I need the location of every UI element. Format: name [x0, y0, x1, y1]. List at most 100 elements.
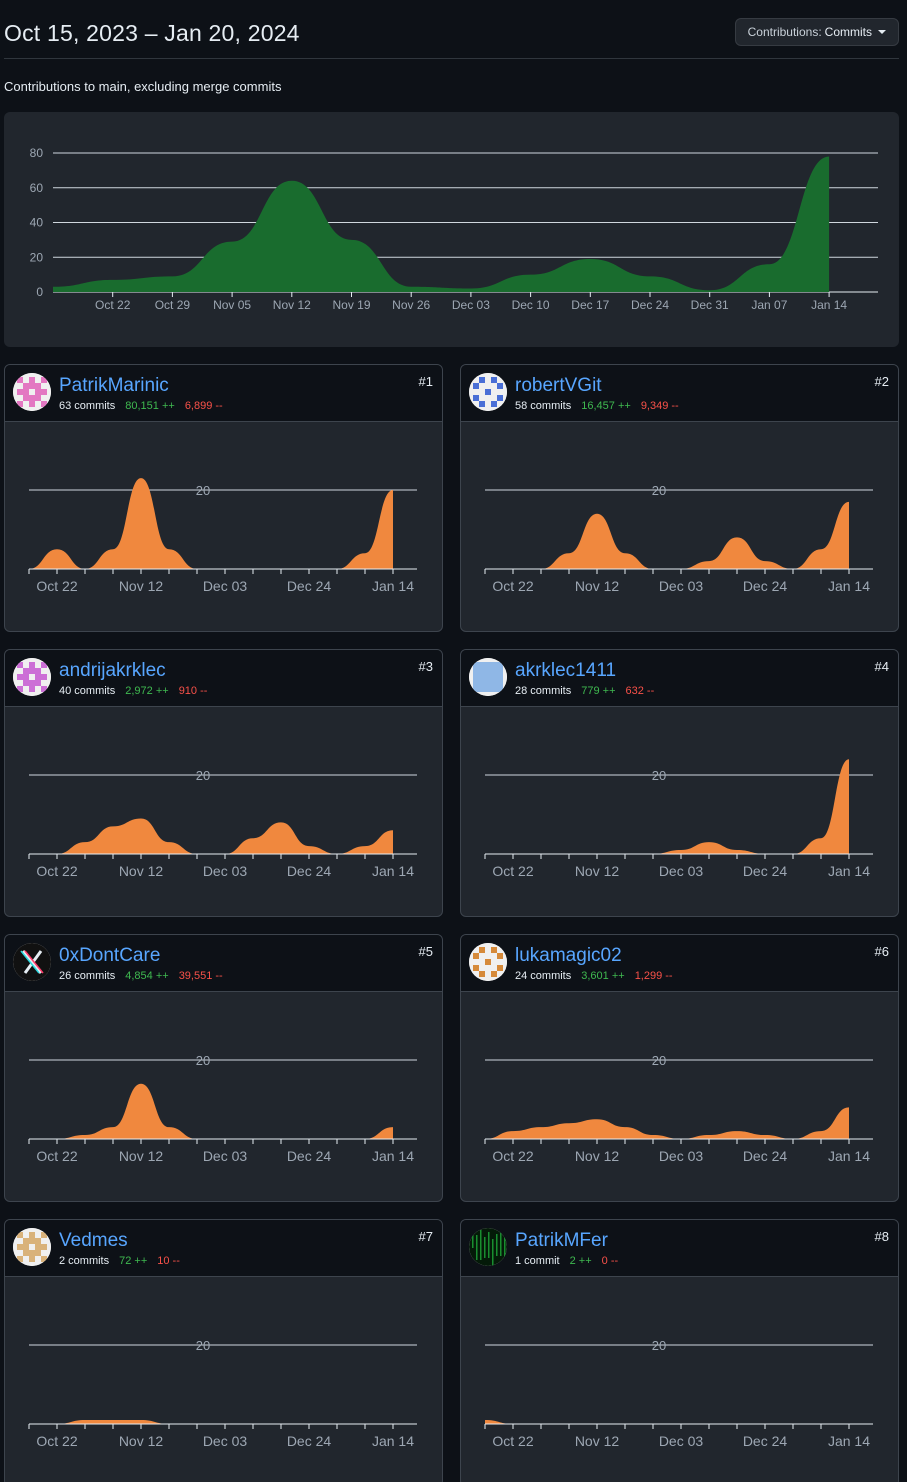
identicon-cell: [41, 1256, 47, 1262]
contributor-username-link[interactable]: PatrikMarinic: [59, 375, 169, 397]
contributor-rank: #6: [874, 944, 889, 959]
contributor-username-link[interactable]: andrijakrklec: [59, 660, 166, 682]
contributor-card: akrklec1411 28 commits 779 ++ 632 -- #4 20 Oct…: [460, 649, 899, 917]
identicon-cell: [491, 377, 497, 383]
contributor-area: [29, 478, 393, 569]
identicon-cell: [23, 395, 29, 401]
commit-count-link[interactable]: 63 commits: [59, 400, 115, 412]
identicon-cell: [497, 680, 503, 686]
contributor-header: Vedmes 2 commits 72 ++ 10 -- #7: [5, 1220, 442, 1277]
lightblue-identicon-icon[interactable]: [469, 658, 507, 696]
contributor-username-link[interactable]: robertVGit: [515, 375, 602, 397]
violet-identicon-icon[interactable]: [13, 658, 51, 696]
identicon-cell: [485, 686, 491, 692]
contributor-username-link[interactable]: Vedmes: [59, 1230, 128, 1252]
identicon-cell: [17, 1256, 23, 1262]
identicon-cell: [41, 1232, 47, 1238]
y-tick-label: 20: [652, 483, 666, 498]
contributor-card: PatrikMarinic 63 commits 80,151 ++ 6,899 --…: [4, 364, 443, 632]
contributor-rank: #5: [418, 944, 433, 959]
deletions-count: 10 --: [157, 1255, 180, 1267]
contributor-rank: #7: [418, 1229, 433, 1244]
contributor-header: akrklec1411 28 commits 779 ++ 632 -- #4: [461, 650, 898, 707]
contributor-username-link[interactable]: PatrikMFer: [515, 1230, 608, 1252]
contributor-card: andrijakrklec 40 commits 2,972 ++ 910 -- #3 2…: [4, 649, 443, 917]
identicon-cell: [29, 1256, 35, 1262]
commit-count-link[interactable]: 26 commits: [59, 970, 115, 982]
contributor-area: [29, 1420, 393, 1424]
commit-count-link[interactable]: 24 commits: [515, 970, 571, 982]
glitch-x-icon[interactable]: [13, 943, 51, 981]
contributor-header: PatrikMarinic 63 commits 80,151 ++ 6,899 --…: [5, 365, 442, 422]
x-tick-label: Dec 17: [571, 298, 609, 312]
orange-identicon-icon[interactable]: [469, 943, 507, 981]
code-rain: [496, 1234, 498, 1256]
contributor-chart: 20 Oct 22 Nov 12 Dec 03 Dec 24 Jan 14: [28, 768, 417, 879]
pink-identicon-icon[interactable]: [13, 373, 51, 411]
identicon-cell: [479, 674, 485, 680]
contributor-header: 0xDontCare 26 commits 4,854 ++ 39,551 -- #5: [5, 935, 442, 992]
identicon-cell: [41, 1244, 47, 1250]
date-range-title: Oct 15, 2023 – Jan 20, 2024: [4, 20, 300, 46]
x-tick-label: Oct 22: [36, 1433, 77, 1449]
x-tick-label: Jan 14: [828, 1433, 870, 1449]
identicon-cell: [497, 668, 503, 674]
contributor-chart: 20 Oct 22 Nov 12 Dec 03 Dec 24 Jan 14: [28, 1338, 417, 1449]
identicon-cell: [473, 383, 479, 389]
identicon-cell: [473, 395, 479, 401]
identicon-cell: [479, 686, 485, 692]
commit-count-link[interactable]: 58 commits: [515, 400, 571, 412]
commit-count-link[interactable]: 2 commits: [59, 1255, 109, 1267]
x-tick-label: Oct 22: [492, 1148, 533, 1164]
contributor-header: PatrikMFer 1 commit 2 ++ 0 -- #8: [461, 1220, 898, 1277]
x-tick-label: Jan 14: [828, 863, 870, 879]
contributor-card: Vedmes 2 commits 72 ++ 10 -- #7 20 Oct 22 Nov 1…: [4, 1219, 443, 1482]
x-tick-label: Dec 03: [203, 863, 248, 879]
commit-count-link[interactable]: 1 commit: [515, 1255, 560, 1267]
tan-identicon-icon[interactable]: [13, 1228, 51, 1266]
identicon-cell: [35, 1238, 41, 1244]
y-tick-label: 20: [196, 768, 210, 783]
x-tick-label: Jan 14: [828, 1148, 870, 1164]
x-tick-label: Nov 12: [119, 578, 164, 594]
y-tick-label: 20: [652, 1053, 666, 1068]
x-tick-label: Oct 22: [95, 298, 131, 312]
commit-count-link[interactable]: 28 commits: [515, 685, 571, 697]
x-tick-label: Jan 14: [811, 298, 847, 312]
x-tick-label: Nov 12: [575, 863, 620, 879]
x-tick-label: Jan 14: [828, 578, 870, 594]
x-tick-label: Nov 12: [119, 863, 164, 879]
x-tick-label: Nov 19: [332, 298, 370, 312]
x-tick-label: Dec 24: [631, 298, 669, 312]
identicon-cell: [17, 377, 23, 383]
x-tick-label: Dec 24: [743, 578, 788, 594]
identicon-cell: [29, 680, 35, 686]
x-tick-label: Oct 22: [36, 578, 77, 594]
y-tick-label: 60: [30, 181, 44, 195]
identicon-cell: [491, 686, 497, 692]
identicon-cell: [41, 377, 47, 383]
contrib-label: Contributions:: [747, 25, 822, 39]
page-header: Oct 15, 2023 – Jan 20, 2024 Contribution…: [4, 18, 899, 59]
contributor-stats: 63 commits 80,151 ++ 6,899 --: [59, 400, 223, 412]
matrix-code-icon[interactable]: [469, 1228, 507, 1266]
contributor-username-link[interactable]: lukamagic02: [515, 945, 622, 967]
identicon-cell: [473, 953, 479, 959]
contributor-stats: 26 commits 4,854 ++ 39,551 --: [59, 970, 223, 982]
identicon-cell: [29, 1250, 35, 1256]
contributions-type-dropdown[interactable]: Contributions: Commits: [734, 18, 899, 46]
code-rain: [472, 1228, 474, 1248]
x-tick-label: Nov 12: [575, 1148, 620, 1164]
commit-count-link[interactable]: 40 commits: [59, 685, 115, 697]
identicon-cell: [29, 662, 35, 668]
contributor-header: robertVGit 58 commits 16,457 ++ 9,349 -- #2: [461, 365, 898, 422]
x-tick-label: Nov 26: [392, 298, 430, 312]
x-tick-label: Jan 14: [372, 1148, 414, 1164]
contributor-card: 0xDontCare 26 commits 4,854 ++ 39,551 -- #5 2…: [4, 934, 443, 1202]
contributor-username-link[interactable]: 0xDontCare: [59, 945, 160, 967]
x-tick-label: Jan 14: [372, 1433, 414, 1449]
blue-identicon-icon[interactable]: [469, 373, 507, 411]
contributor-username-link[interactable]: akrklec1411: [515, 660, 616, 682]
contributor-rank: #8: [874, 1229, 889, 1244]
x-tick-label: Dec 03: [659, 1433, 704, 1449]
